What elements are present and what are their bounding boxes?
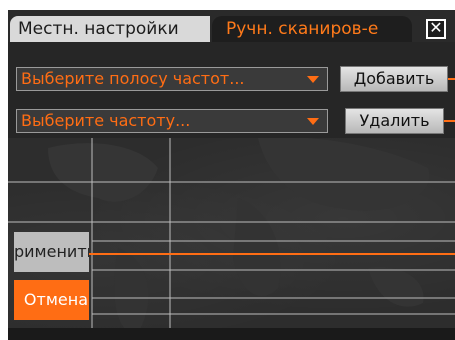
frequency-select-value: Выберите частоту...	[21, 111, 191, 130]
tab-manual-scan[interactable]: Ручн. сканиров-е	[212, 16, 412, 42]
apply-button[interactable]: рименить	[14, 232, 89, 272]
bottom-bar	[8, 328, 455, 340]
add-button[interactable]: Добавить	[340, 66, 448, 92]
delete-button[interactable]: Удалить	[345, 108, 444, 134]
continent-shape	[368, 267, 424, 307]
chevron-down-icon	[307, 118, 319, 125]
tab-bar: Местн. настройки Ручн. сканиров-е ✕	[8, 10, 455, 42]
frequency-select[interactable]: Выберите частоту...	[16, 109, 328, 133]
cancel-button[interactable]: Отмена	[14, 280, 89, 320]
chevron-down-icon	[307, 76, 319, 83]
band-select[interactable]: Выберите полосу частот...	[16, 67, 328, 91]
manual-scan-window: Местн. настройки Ручн. сканиров-е ✕ Выбе…	[8, 10, 455, 340]
continent-shape	[258, 138, 430, 211]
continent-shape	[114, 248, 149, 334]
tab-local-settings[interactable]: Местн. настройки	[10, 16, 210, 42]
connector-line	[444, 120, 455, 122]
connector-line	[448, 78, 455, 80]
band-select-value: Выберите полосу частот...	[21, 69, 245, 88]
continent-shape	[233, 198, 281, 297]
continent-shape	[48, 143, 158, 202]
close-icon[interactable]: ✕	[426, 19, 446, 39]
